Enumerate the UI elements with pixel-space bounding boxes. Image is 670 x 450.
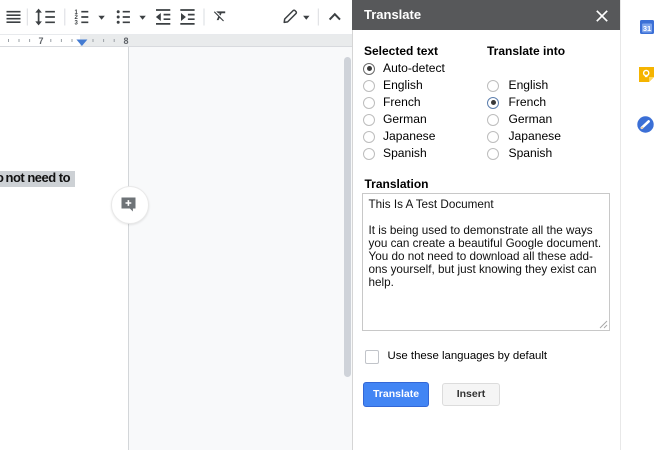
svg-text:8: 8 — [123, 36, 128, 46]
svg-text:31: 31 — [642, 24, 650, 33]
svg-text:3: 3 — [75, 21, 79, 27]
svg-text:7: 7 — [38, 36, 43, 46]
